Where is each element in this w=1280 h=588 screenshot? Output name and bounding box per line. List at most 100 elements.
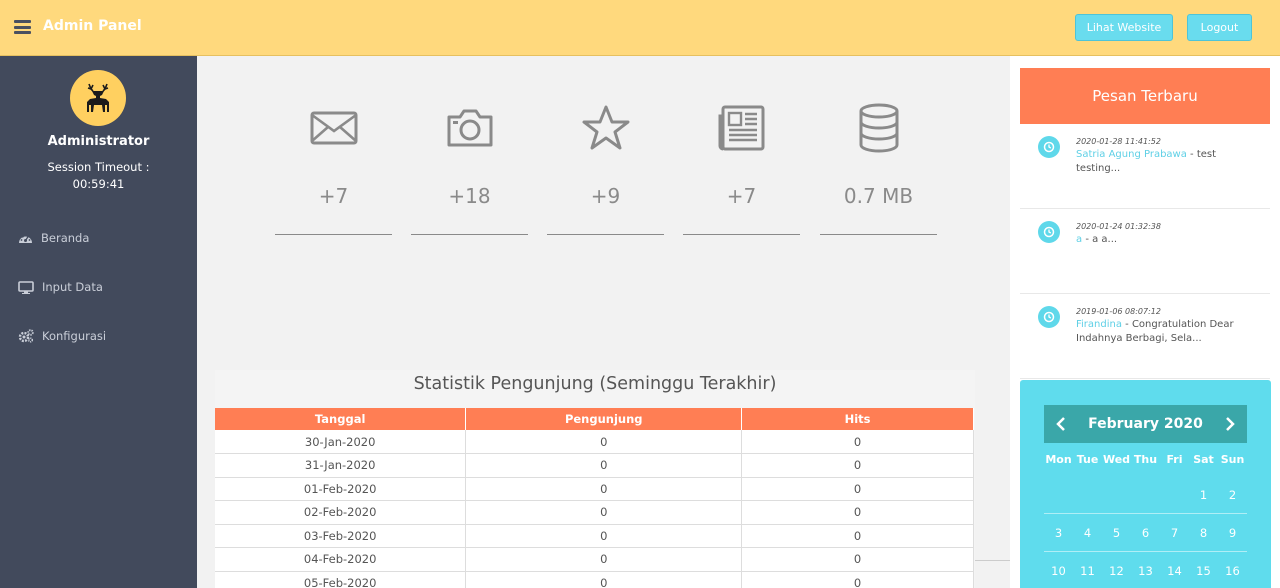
brand-title[interactable]: Admin Panel <box>43 18 142 34</box>
divider <box>975 560 1010 561</box>
stat-messages[interactable]: +7 <box>275 100 392 235</box>
message-item[interactable]: 2019-01-06 08:07:12 Firandina - Congratu… <box>1020 294 1270 379</box>
stat-ratings[interactable]: +9 <box>547 100 664 235</box>
envelope-icon <box>310 111 357 145</box>
cell-visitors: 0 <box>465 477 743 501</box>
cell-date: 02-Feb-2020 <box>215 500 467 525</box>
cell-visitors: 0 <box>465 524 743 548</box>
visitor-stats-panel: Statistik Pengunjung (Seminggu Terakhir)… <box>215 370 975 588</box>
cell-date: 30-Jan-2020 <box>215 430 467 454</box>
message-body: Satria Agung Prabawa - test testing... <box>1076 148 1261 176</box>
calendar-day[interactable]: 14 <box>1160 552 1189 588</box>
table-row: 02-Feb-2020 0 0 <box>215 500 974 525</box>
cell-date: 05-Feb-2020 <box>215 571 467 588</box>
deer-icon <box>87 83 109 112</box>
chevron-right-icon[interactable] <box>1223 417 1237 431</box>
dashboard-icon <box>19 235 32 243</box>
calendar-day <box>1160 476 1189 513</box>
column-header-date: Tanggal <box>215 408 467 430</box>
sidebar-item-label: Beranda <box>41 231 90 245</box>
message-item[interactable]: 2020-01-28 11:41:52 Satria Agung Prabawa… <box>1020 124 1270 209</box>
weekday-label: Mon <box>1045 453 1072 466</box>
monitor-icon <box>18 280 34 294</box>
top-header: Admin Panel Lihat Website Logout <box>0 0 1280 56</box>
weekday-label: Sun <box>1220 453 1245 466</box>
message-sender-link[interactable]: Firandina <box>1076 319 1122 330</box>
table-row: 03-Feb-2020 0 0 <box>215 524 974 548</box>
database-icon <box>859 103 898 153</box>
session-value: 00:59:41 <box>72 177 125 191</box>
cell-hits: 0 <box>741 547 974 572</box>
calendar-day <box>1131 476 1160 513</box>
cell-hits: 0 <box>741 453 974 478</box>
cell-date: 01-Feb-2020 <box>215 477 467 501</box>
table-row: 30-Jan-2020 0 0 <box>215 430 974 454</box>
cell-hits: 0 <box>741 524 974 548</box>
calendar-day[interactable]: 10 <box>1044 552 1073 588</box>
cell-visitors: 0 <box>465 430 743 454</box>
calendar-day <box>1044 476 1073 513</box>
calendar-day[interactable]: 12 <box>1102 552 1131 588</box>
message-time: 2020-01-24 01:32:38 <box>1076 222 1161 231</box>
newspaper-icon <box>718 105 764 151</box>
star-icon <box>582 105 629 150</box>
clock-icon <box>1038 221 1060 243</box>
sidebar-item-input-data[interactable]: Input Data <box>18 280 103 294</box>
calendar-day[interactable]: 2 <box>1218 476 1247 513</box>
table-header-row: Tanggal Pengunjung Hits <box>215 408 974 430</box>
view-website-button[interactable]: Lihat Website <box>1075 14 1173 41</box>
right-panel: Pesan Terbaru 2020-01-28 11:41:52 Satria… <box>1010 56 1280 588</box>
calendar-day[interactable]: 8 <box>1189 514 1218 551</box>
calendar-day[interactable]: 7 <box>1160 514 1189 551</box>
clock-icon <box>1038 306 1060 328</box>
session-timeout: Session Timeout : 00:59:41 <box>0 159 197 193</box>
logout-button[interactable]: Logout <box>1187 14 1252 41</box>
calendar-day[interactable]: 9 <box>1218 514 1247 551</box>
cell-hits: 0 <box>741 571 974 588</box>
column-header-hits: Hits <box>741 408 974 430</box>
cell-hits: 0 <box>741 430 974 454</box>
calendar-day[interactable]: 3 <box>1044 514 1073 551</box>
calendar-widget: February 2020 Mon Tue Wed Thu Fri Sat Su… <box>1020 380 1271 588</box>
stat-value: +18 <box>448 184 491 208</box>
weekday-label: Sat <box>1193 453 1214 466</box>
recent-messages-title: Pesan Terbaru <box>1020 68 1270 124</box>
table-row: 31-Jan-2020 0 0 <box>215 453 974 478</box>
calendar-month-title: February 2020 <box>1088 416 1203 432</box>
cell-date: 04-Feb-2020 <box>215 547 467 572</box>
calendar-day[interactable]: 6 <box>1131 514 1160 551</box>
gears-icon <box>18 329 34 343</box>
calendar-day[interactable]: 13 <box>1131 552 1160 588</box>
message-item[interactable]: 2020-01-24 01:32:38 a - a a... <box>1020 209 1270 294</box>
stat-storage[interactable]: 0.7 MB <box>820 100 937 235</box>
stat-photos[interactable]: +18 <box>411 100 528 235</box>
calendar-day[interactable]: 15 <box>1189 552 1218 588</box>
calendar-week-row: 10 11 12 13 14 15 16 <box>1044 552 1247 588</box>
calendar-day[interactable]: 16 <box>1218 552 1247 588</box>
sidebar-item-beranda[interactable]: Beranda <box>18 231 89 245</box>
calendar-day[interactable]: 11 <box>1073 552 1102 588</box>
weekday-label: Wed <box>1102 453 1131 466</box>
menu-toggle-icon[interactable] <box>14 20 31 34</box>
calendar-day <box>1073 476 1102 513</box>
column-header-visitors: Pengunjung <box>465 408 743 430</box>
cell-visitors: 0 <box>465 500 743 525</box>
stat-news[interactable]: +7 <box>683 100 800 235</box>
table-row: 05-Feb-2020 0 0 <box>215 571 974 588</box>
stat-value: +7 <box>726 184 757 208</box>
sidebar-item-konfigurasi[interactable]: Konfigurasi <box>18 329 106 343</box>
cell-date: 03-Feb-2020 <box>215 524 467 548</box>
calendar-day[interactable]: 5 <box>1102 514 1131 551</box>
chevron-left-icon[interactable] <box>1054 417 1068 431</box>
cell-visitors: 0 <box>465 453 743 478</box>
sidebar: Administrator Session Timeout : 00:59:41… <box>0 56 197 588</box>
user-name: Administrator <box>47 134 150 149</box>
cell-visitors: 0 <box>465 547 743 572</box>
weekday-label: Fri <box>1166 453 1183 466</box>
calendar-day[interactable]: 4 <box>1073 514 1102 551</box>
cell-hits: 0 <box>741 500 974 525</box>
message-sender-link[interactable]: Satria Agung Prabawa <box>1076 149 1187 160</box>
calendar-week-row: 3 4 5 6 7 8 9 <box>1044 514 1247 552</box>
camera-icon <box>447 109 492 147</box>
calendar-day[interactable]: 1 <box>1189 476 1218 513</box>
